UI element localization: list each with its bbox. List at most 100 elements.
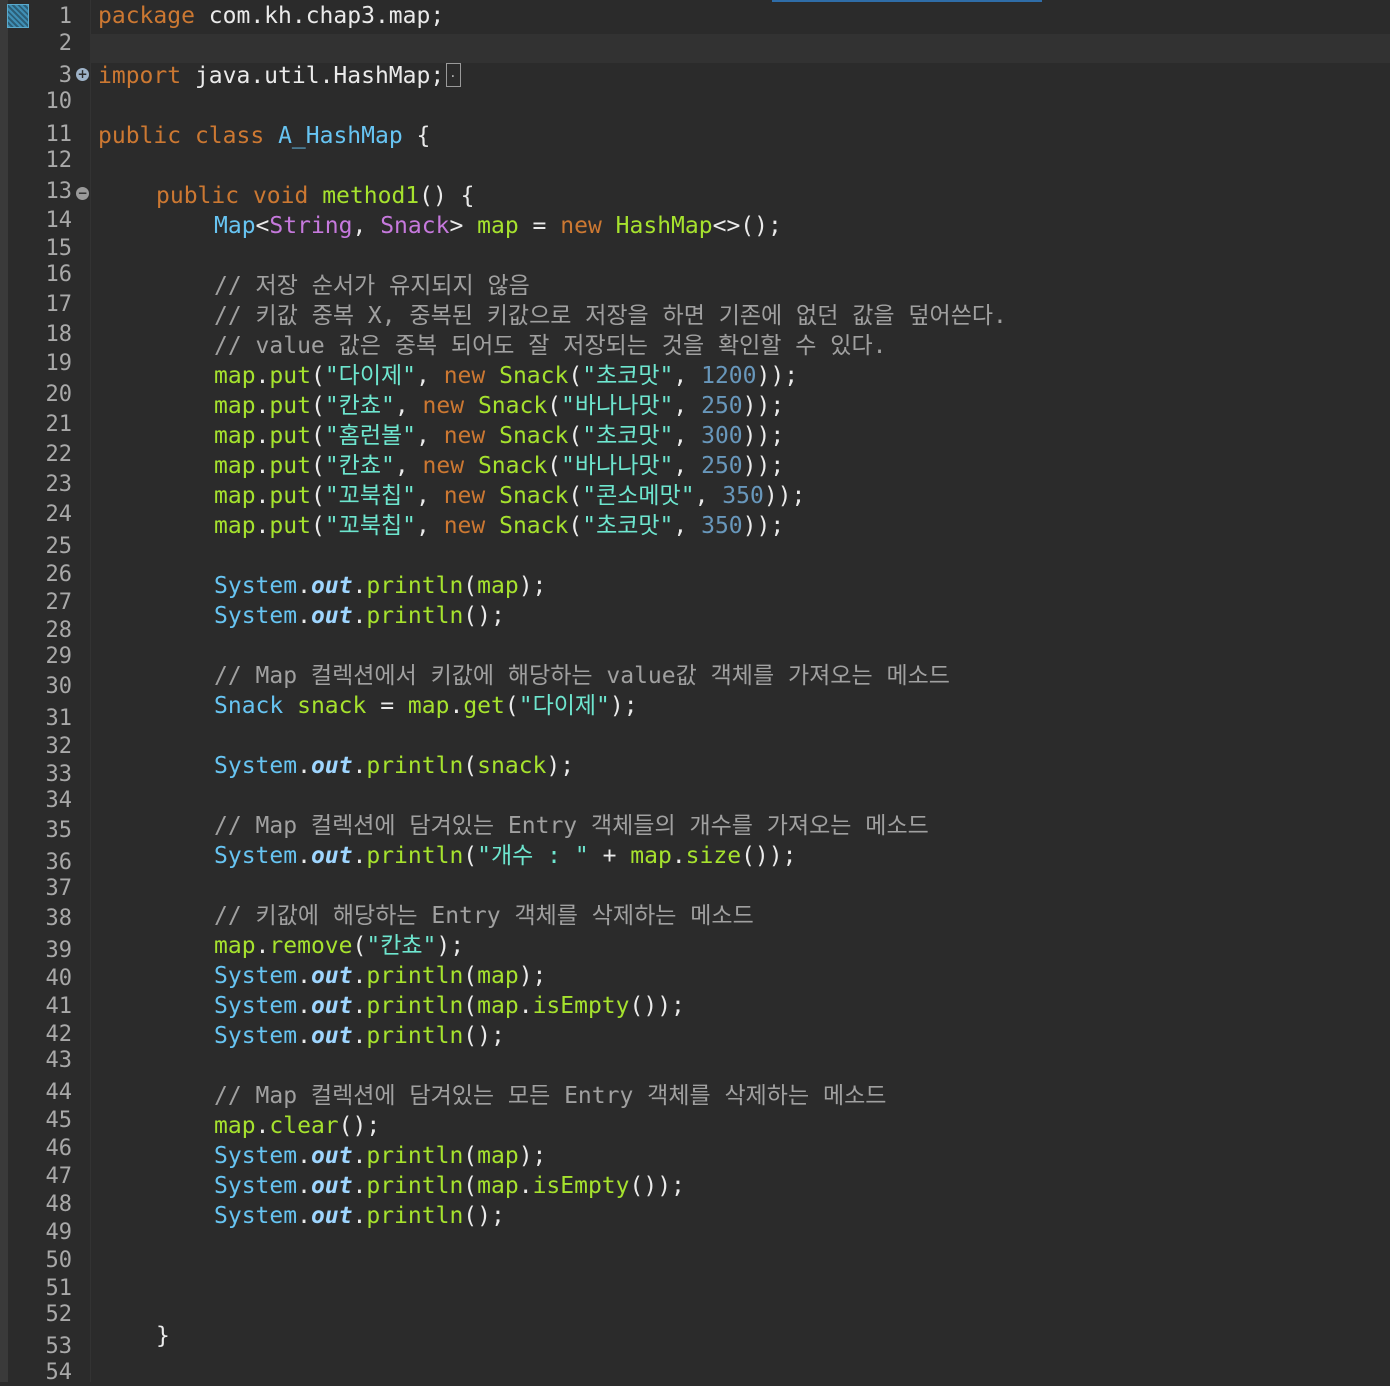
code-line[interactable]: public class A_HashMap { (98, 121, 430, 151)
code-token: size (685, 843, 742, 869)
code-line[interactable]: // Map 컬렉션에서 키값에 해당하는 value값 객체를 가져오는 메소… (214, 661, 950, 691)
code-token: ); (436, 933, 465, 959)
code-line[interactable]: import java.util.HashMap; (98, 58, 462, 91)
code-line[interactable]: Snack snack = map.get("다이제"); (214, 691, 638, 721)
code-line[interactable]: // Map 컬렉션에 담겨있는 모든 Entry 객체를 삭제하는 메소드 (214, 1081, 886, 1111)
code-token: // 저장 순서가 유지되지 않음 (214, 273, 530, 299)
code-token: put (269, 393, 311, 419)
code-token: "개수 : " (477, 843, 589, 869)
code-token: )); (742, 453, 785, 479)
code-token: . (297, 1023, 311, 1049)
code-token: // value 값은 중복 되어도 잘 저장되는 것을 확인할 수 있다. (214, 333, 887, 359)
code-line[interactable]: System.out.println(); (214, 1021, 505, 1051)
code-token: System (214, 993, 298, 1019)
line-number: 11 (45, 122, 73, 147)
code-line[interactable]: System.out.println(map.isEmpty()); (214, 1171, 685, 1201)
line-number: 42 (45, 1022, 73, 1047)
code-token: System (214, 963, 298, 989)
code-line[interactable]: System.out.println(map); (214, 1141, 546, 1171)
code-token: System (214, 753, 298, 779)
code-token: void (252, 183, 309, 209)
code-line[interactable]: public void method1() { (156, 181, 475, 211)
code-token: "칸쵸" (324, 393, 395, 419)
code-line[interactable]: System.out.println(map); (214, 961, 546, 991)
code-token: { (402, 123, 431, 149)
code-token: ( (568, 483, 583, 509)
code-line[interactable]: map.put("다이제", new Snack("초코맛", 1200)); (214, 361, 798, 391)
code-token: "꼬북칩" (324, 483, 416, 509)
code-line[interactable]: System.out.println(map); (214, 571, 546, 601)
code-token: . (518, 1173, 533, 1199)
fold-expand-icon[interactable]: + (76, 68, 89, 81)
code-line[interactable]: System.out.println("개수 : " + map.size())… (214, 841, 796, 871)
tab-active-indicator (772, 0, 1042, 2)
code-line[interactable]: System.out.println(); (214, 1201, 505, 1231)
code-line[interactable]: // value 값은 중복 되어도 잘 저장되는 것을 확인할 수 있다. (214, 331, 886, 361)
code-token: System (214, 1143, 298, 1169)
fold-collapse-icon[interactable]: − (76, 187, 89, 200)
code-token: ( (463, 993, 478, 1019)
code-editor[interactable]: 1 2 3 10 11 12 13 14 15 16 17 18 19 20 21 22 23 24 25 26 27 2… (0, 0, 1390, 1385)
code-line[interactable]: Map<String, Snack> map = new HashMap<>()… (214, 211, 782, 241)
code-line[interactable]: // 저장 순서가 유지되지 않음 (214, 271, 530, 301)
code-token: "다이제" (518, 693, 610, 719)
code-token: put (269, 423, 311, 449)
code-line[interactable]: System.out.println(map.isEmpty()); (214, 991, 685, 1021)
code-line[interactable]: } (156, 1321, 170, 1351)
code-token: 350 (722, 483, 764, 509)
code-line[interactable]: map.put("꼬북칩", new Snack("초코맛", 350)); (214, 511, 784, 541)
code-token: , (394, 453, 423, 479)
code-token: snack (297, 693, 367, 719)
code-token: public (98, 123, 182, 149)
code-line[interactable]: map.put("홈런볼", new Snack("초코맛", 300)); (214, 421, 784, 451)
code-line[interactable]: map.put("칸쵸", new Snack("바나나맛", 250)); (214, 451, 784, 481)
code-token: new (443, 363, 486, 389)
line-number: 31 (45, 706, 73, 731)
code-token: map (477, 1173, 519, 1199)
code-line[interactable]: map.put("꼬북칩", new Snack("콘소메맛", 350)); (214, 481, 805, 511)
line-number: 22 (45, 442, 73, 467)
collapsed-imports-icon[interactable] (446, 58, 462, 88)
line-number: 28 (45, 618, 73, 643)
code-token: . (352, 963, 367, 989)
code-token: , (673, 453, 702, 479)
code-line[interactable]: // Map 컬렉션에 담겨있는 Entry 객체들의 개수를 가져오는 메소드 (214, 811, 929, 841)
code-line[interactable]: map.put("칸쵸", new Snack("바나나맛", 250)); (214, 391, 784, 421)
code-line[interactable]: // 키값에 해당하는 Entry 객체를 삭제하는 메소드 (214, 901, 754, 931)
code-line[interactable]: map.clear(); (214, 1111, 380, 1141)
code-line[interactable]: map.remove("칸쵸"); (214, 931, 464, 961)
code-token: ( (547, 393, 562, 419)
code-token: . (297, 1173, 311, 1199)
code-line[interactable]: System.out.println(); (214, 601, 505, 631)
code-line[interactable]: package com.kh.chap3.map; (98, 1, 444, 31)
code-token: 250 (701, 393, 743, 419)
code-token: . (297, 1143, 311, 1169)
line-number: 25 (45, 534, 73, 559)
code-token: clear (269, 1113, 339, 1139)
code-line[interactable]: // 키값 중복 X, 중복된 키값으로 저장을 하면 기존에 없던 값을 덮어… (214, 301, 1007, 331)
code-token: )); (742, 393, 785, 419)
code-token: 1200 (701, 363, 757, 389)
code-token: . (297, 993, 311, 1019)
code-token: remove (269, 933, 353, 959)
code-token: println (366, 1143, 464, 1169)
code-token: . (255, 513, 270, 539)
code-token: . (449, 693, 464, 719)
code-line[interactable]: System.out.println(snack); (214, 751, 574, 781)
code-token: println (366, 843, 464, 869)
code-token: )); (742, 513, 785, 539)
line-number: 27 (45, 590, 73, 615)
code-token: println (366, 963, 464, 989)
code-token: map (477, 993, 519, 1019)
code-token: . (255, 933, 270, 959)
code-token: new (443, 513, 486, 539)
code-token: < (255, 213, 270, 239)
line-number: 15 (45, 236, 73, 261)
code-token: ( (463, 963, 478, 989)
code-token: out (310, 753, 353, 779)
code-token: . (352, 1143, 367, 1169)
